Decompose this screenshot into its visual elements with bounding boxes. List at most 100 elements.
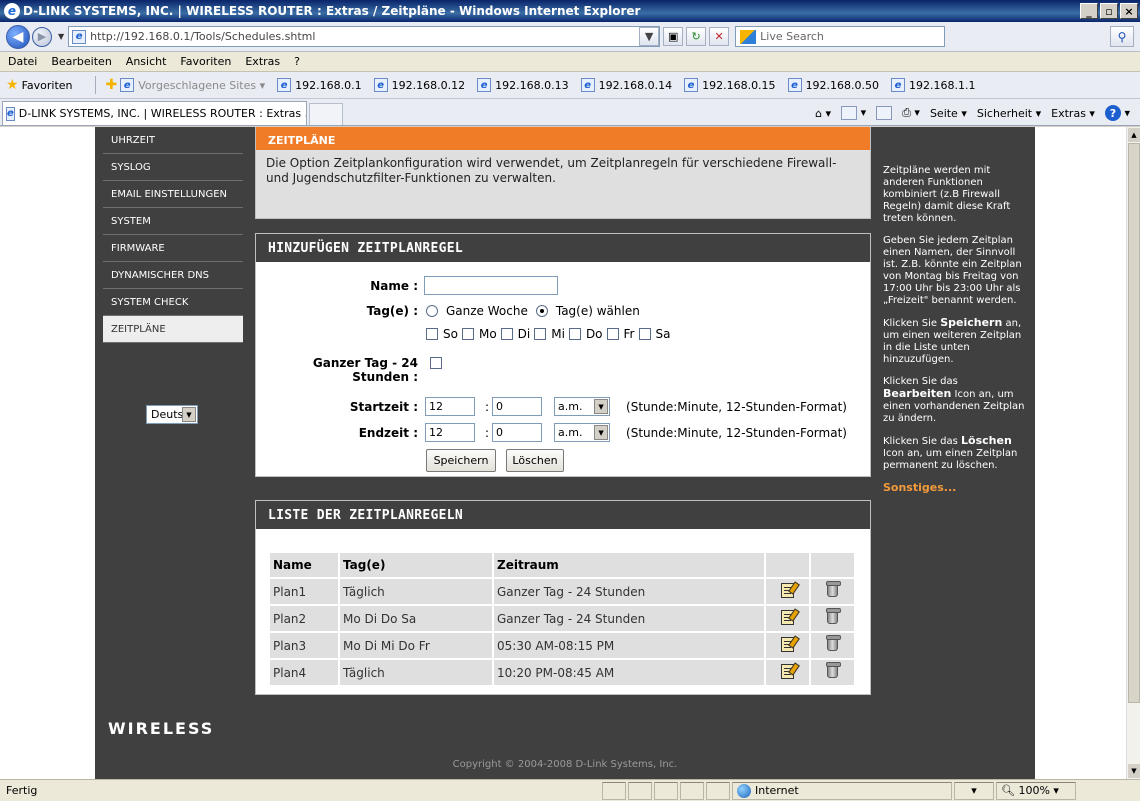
scroll-up-icon[interactable]: ▲ bbox=[1128, 128, 1140, 142]
day-checkbox-mo[interactable] bbox=[461, 328, 474, 340]
menu-help[interactable]: ? bbox=[294, 55, 300, 68]
start-time-row: Startzeit : 12 : 0 a.m. ▼ (Stunde:Minute… bbox=[330, 397, 847, 416]
start-minute-input[interactable]: 0 bbox=[492, 397, 543, 416]
favorite-link-label: 192.168.0.50 bbox=[805, 78, 880, 92]
compatibility-icon[interactable]: ▣ bbox=[663, 27, 684, 46]
day-checkbox-sa[interactable] bbox=[638, 328, 651, 340]
tools-menu[interactable]: Extras ▾ bbox=[1051, 107, 1095, 120]
search-icon[interactable]: ⚲ bbox=[1110, 26, 1134, 47]
menu-favoriten[interactable]: Favoriten bbox=[180, 55, 231, 68]
start-ampm-select[interactable]: a.m. ▼ bbox=[554, 397, 611, 416]
protected-mode-toggle[interactable]: ▾ bbox=[954, 781, 994, 800]
save-button[interactable]: Speichern bbox=[426, 449, 496, 472]
zoom-control[interactable]: 🔍︎ 100% ▾ bbox=[996, 781, 1076, 800]
favorite-link[interactable]: e 192.168.0.1 bbox=[277, 78, 362, 92]
day-checkbox-fr[interactable] bbox=[606, 328, 619, 340]
clear-button[interactable]: Löschen bbox=[506, 449, 564, 472]
home-icon[interactable]: ⌂ ▾ bbox=[815, 107, 831, 120]
page-icon: e bbox=[373, 78, 388, 92]
delete-cell bbox=[811, 579, 854, 604]
refresh-icon[interactable]: ↻ bbox=[686, 27, 707, 46]
trash-icon[interactable] bbox=[826, 662, 841, 678]
trash-icon[interactable] bbox=[826, 608, 841, 624]
window-title: D-LINK SYSTEMS, INC. | WIRELESS ROUTER :… bbox=[23, 4, 641, 18]
nav-item-uhrzeit[interactable]: UHRZEIT bbox=[103, 127, 243, 154]
copyright-text: Copyright © 2004-2008 D-Link Systems, In… bbox=[452, 759, 678, 770]
day-checkbox-mi[interactable] bbox=[534, 328, 547, 340]
nav-item-firmware[interactable]: FIRMWARE bbox=[103, 235, 243, 262]
search-input[interactable]: Live Search bbox=[735, 26, 946, 47]
allday-label-line1: Ganzer Tag - 24 bbox=[312, 356, 418, 370]
rule-list-heading: LISTE DER ZEITPLANREGELN bbox=[256, 501, 870, 529]
favorite-link[interactable]: e 192.168.0.50 bbox=[787, 78, 880, 92]
more-link[interactable]: Sonstiges... bbox=[883, 482, 1029, 494]
scroll-down-icon[interactable]: ▼ bbox=[1128, 764, 1140, 778]
status-cell bbox=[602, 781, 626, 800]
nav-item-syslog[interactable]: SYSLOG bbox=[103, 154, 243, 181]
day-checkbox-do[interactable] bbox=[568, 328, 581, 340]
favorites-button[interactable]: ★ Favoriten bbox=[6, 77, 73, 93]
end-minute-input[interactable]: 0 bbox=[492, 423, 543, 442]
menu-datei[interactable]: Datei bbox=[8, 55, 37, 68]
allday-checkbox[interactable] bbox=[430, 357, 442, 369]
stop-icon[interactable]: ✕ bbox=[709, 27, 730, 46]
nav-item-system-check[interactable]: SYSTEM CHECK bbox=[103, 289, 243, 316]
security-zone[interactable]: Internet bbox=[732, 781, 952, 800]
name-input[interactable] bbox=[424, 276, 558, 295]
close-button[interactable]: × bbox=[1120, 3, 1138, 19]
trash-icon[interactable] bbox=[826, 635, 841, 651]
end-ampm-select[interactable]: a.m. ▼ bbox=[554, 423, 611, 442]
restore-button[interactable]: ▫ bbox=[1100, 3, 1118, 19]
favorite-link[interactable]: e 192.168.0.15 bbox=[684, 78, 776, 92]
help-keyword: Bearbeiten bbox=[883, 387, 952, 400]
menu-bearbeiten[interactable]: Bearbeiten bbox=[51, 55, 111, 68]
suggested-sites-link[interactable]: ✚ e Vorgeschlagene Sites ▾ bbox=[106, 77, 266, 93]
safety-menu[interactable]: Sicherheit ▾ bbox=[977, 107, 1041, 120]
forward-button[interactable]: ▶ bbox=[32, 26, 52, 47]
days-label: Tag(e) : bbox=[366, 304, 418, 318]
page-menu[interactable]: Seite ▾ bbox=[930, 107, 967, 120]
edit-icon[interactable] bbox=[781, 663, 794, 679]
delete-cell bbox=[811, 660, 854, 685]
browser-tab[interactable]: e D-LINK SYSTEMS, INC. | WIRELESS ROUTER… bbox=[2, 101, 307, 125]
edit-icon[interactable] bbox=[781, 636, 794, 652]
vertical-scrollbar[interactable]: ▲ ▼ bbox=[1126, 127, 1140, 779]
favorite-link[interactable]: e 192.168.0.12 bbox=[373, 78, 465, 92]
start-hour-input[interactable]: 12 bbox=[425, 397, 475, 416]
edit-icon[interactable] bbox=[781, 582, 794, 598]
end-hour-input[interactable]: 12 bbox=[425, 423, 475, 442]
new-tab-button[interactable] bbox=[309, 103, 343, 125]
nav-item-zeitplaene[interactable]: ZEITPLÄNE bbox=[103, 316, 243, 343]
menu-ansicht[interactable]: Ansicht bbox=[126, 55, 167, 68]
back-button[interactable]: ◀ bbox=[6, 24, 30, 49]
nav-item-dyndns[interactable]: DYNAMISCHER DNS bbox=[103, 262, 243, 289]
history-dropdown-icon[interactable]: ▼ bbox=[58, 32, 64, 41]
day-checkbox-so[interactable] bbox=[426, 328, 438, 340]
edit-icon[interactable] bbox=[781, 609, 794, 625]
favorite-link[interactable]: e 192.168.0.13 bbox=[477, 78, 569, 92]
address-input[interactable]: e http://192.168.0.1/Tools/Schedules.sht… bbox=[68, 26, 661, 47]
col-days: Tag(e) bbox=[340, 553, 492, 577]
help-menu[interactable]: ? ▾ bbox=[1104, 105, 1130, 121]
nav-item-email[interactable]: EMAIL EINSTELLUNGEN bbox=[103, 181, 243, 208]
mail-icon[interactable] bbox=[876, 106, 893, 120]
feeds-icon[interactable]: ▾ bbox=[841, 106, 866, 120]
print-icon[interactable]: ⎙ ▾ bbox=[902, 106, 920, 120]
rule-name: Plan2 bbox=[270, 606, 338, 631]
page-menu-label: Seite bbox=[929, 106, 958, 120]
whole-week-radio[interactable] bbox=[426, 305, 438, 317]
day-checkbox-di[interactable] bbox=[500, 328, 513, 340]
scroll-thumb[interactable] bbox=[1128, 143, 1140, 703]
minimize-button[interactable]: _ bbox=[1080, 3, 1098, 19]
select-days-radio[interactable] bbox=[535, 305, 548, 317]
address-dropdown-icon[interactable]: ▼ bbox=[639, 27, 660, 46]
globe-icon bbox=[737, 783, 751, 798]
favorite-link[interactable]: e 192.168.0.14 bbox=[580, 78, 672, 92]
favorite-link[interactable]: e 192.168.1.1 bbox=[891, 78, 976, 92]
trash-icon[interactable] bbox=[826, 581, 841, 597]
col-range: Zeitraum bbox=[494, 553, 764, 577]
nav-item-system[interactable]: SYSTEM bbox=[103, 208, 243, 235]
language-select[interactable]: Deutsch ▼ bbox=[146, 405, 198, 424]
live-search-icon bbox=[740, 29, 757, 44]
menu-extras[interactable]: Extras bbox=[245, 55, 280, 68]
